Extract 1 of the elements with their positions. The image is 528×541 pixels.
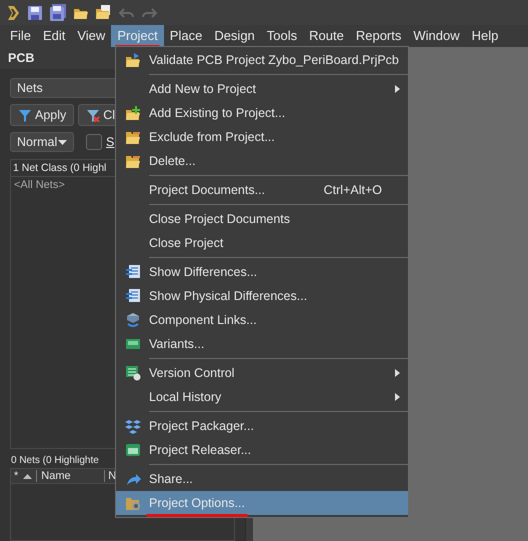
- list-header: 0 Nets (0 Highlighte: [10, 454, 100, 468]
